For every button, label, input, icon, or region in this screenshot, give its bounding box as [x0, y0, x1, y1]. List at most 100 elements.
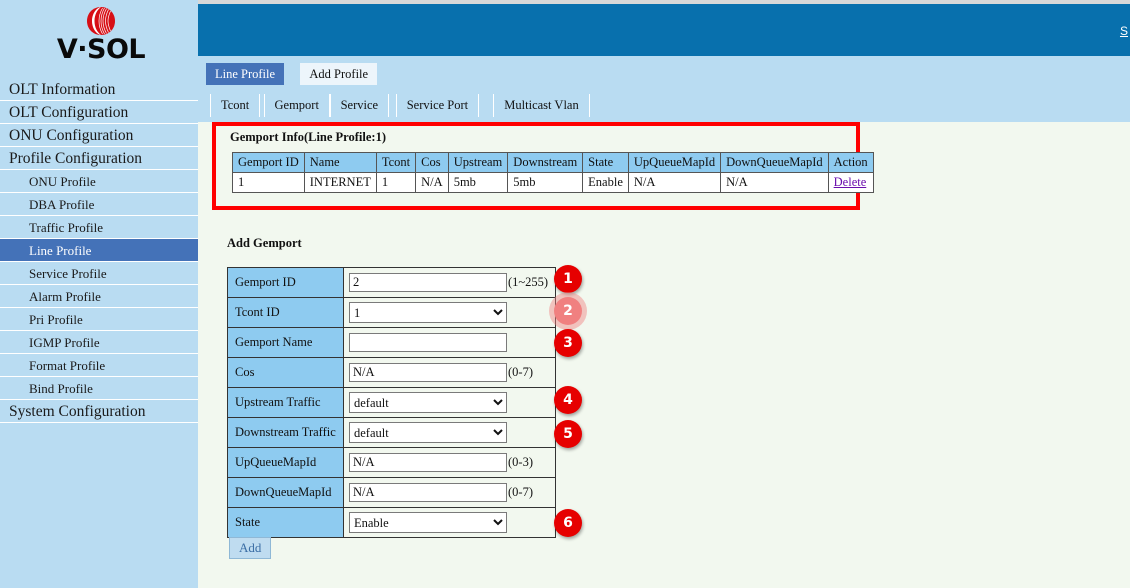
column-header: Upstream [447, 152, 509, 173]
gemport-info-title: Gemport Info(Line Profile:1) [230, 130, 386, 144]
tab-service[interactable]: Service [329, 94, 390, 117]
tab-line-profile[interactable]: Line Profile [206, 63, 285, 85]
cell-action: Delete [827, 172, 874, 193]
step-badge-1: 1 [554, 265, 582, 293]
sidebar: V·SOL OLT Information OLT Configuration ON… [0, 0, 198, 588]
cell-tcont: 1 [375, 172, 417, 193]
cos-input[interactable] [349, 363, 507, 382]
add-button[interactable]: Add [229, 537, 272, 559]
upqueuemapid-input[interactable] [349, 453, 507, 472]
table-header-row: Gemport ID Name Tcont Cos Upstream Downstream… [232, 152, 874, 173]
field-control-gemport-id: (1~255) [343, 267, 556, 298]
sidebar-item-onu-profile[interactable]: ONU Profile [0, 170, 198, 193]
secondary-tabbar: Tcont Gemport Service Service Port Multicast… [198, 90, 1130, 122]
sidebar-sub-nav: ONU Profile DBA Profile Traffic Profile Lin… [0, 170, 198, 400]
form-row: Cos (0-7) [227, 357, 556, 388]
form-row: Tcont ID 1 [227, 297, 556, 328]
cell-down-queue-map-id: N/A [720, 172, 829, 193]
cell-cos: N/A [415, 172, 449, 193]
sidebar-item-igmp-profile[interactable]: IGMP Profile [0, 331, 198, 354]
gemport-info-table: Gemport ID Name Tcont Cos Upstream Downstream… [232, 152, 874, 193]
field-label-upqueuemapid: UpQueueMapId [227, 447, 344, 478]
field-label-downstream-traffic: Downstream Traffic [227, 417, 344, 448]
form-row: Gemport ID (1~255) [227, 267, 556, 298]
field-control-tcont-id: 1 [343, 297, 556, 328]
gemport-id-input[interactable] [349, 273, 507, 292]
state-select[interactable]: EnableDisable [349, 512, 507, 533]
tab-gemport[interactable]: Gemport [263, 94, 330, 117]
sidebar-item-system-configuration[interactable]: System Configuration [0, 400, 198, 423]
field-control-upqueuemapid: (0-3) [343, 447, 556, 478]
field-control-downqueuemapid: (0-7) [343, 477, 556, 508]
sidebar-bottom-nav: System Configuration [0, 400, 198, 423]
sidebar-item-profile-configuration[interactable]: Profile Configuration [0, 147, 198, 170]
add-gemport-title: Add Gemport [227, 236, 302, 250]
sidebar-item-service-profile[interactable]: Service Profile [0, 262, 198, 285]
primary-tabbar: Line Profile Add Profile [198, 56, 1130, 90]
column-header: Gemport ID [232, 152, 305, 173]
sidebar-item-pri-profile[interactable]: Pri Profile [0, 308, 198, 331]
field-hint-cos: (0-7) [508, 365, 533, 379]
step-badge-4: 4 [554, 386, 582, 414]
cell-gemport-id: 1 [232, 172, 305, 193]
sidebar-item-format-profile[interactable]: Format Profile [0, 354, 198, 377]
field-label-gemport-name: Gemport Name [227, 327, 344, 358]
downstream-traffic-select[interactable]: default [349, 422, 507, 443]
field-label-state: State [227, 507, 344, 538]
tab-multicast-vlan[interactable]: Multicast Vlan [493, 94, 590, 117]
step-badge-3: 3 [554, 329, 582, 357]
brand-logo-text: V·SOL [56, 34, 146, 65]
gemport-name-input[interactable] [349, 333, 507, 352]
field-label-upstream-traffic: Upstream Traffic [227, 387, 344, 418]
field-label-downqueuemapid: DownQueueMapId [227, 477, 344, 508]
header-right-link[interactable]: S [1120, 24, 1128, 38]
sidebar-item-olt-information[interactable]: OLT Information [0, 78, 198, 101]
form-row: DownQueueMapId (0-7) [227, 477, 556, 508]
field-hint-downqueuemapid: (0-7) [508, 485, 533, 499]
field-label-cos: Cos [227, 357, 344, 388]
field-label-tcont-id: Tcont ID [227, 297, 344, 328]
sidebar-item-traffic-profile[interactable]: Traffic Profile [0, 216, 198, 239]
cell-upstream: 5mb [447, 172, 509, 193]
sidebar-item-onu-configuration[interactable]: ONU Configuration [0, 124, 198, 147]
gemport-info-panel: Gemport Info(Line Profile:1) Gemport ID N… [212, 122, 874, 210]
step-badge-5: 5 [554, 420, 582, 448]
sidebar-item-bind-profile[interactable]: Bind Profile [0, 377, 198, 400]
form-row: Downstream Traffic default [227, 417, 556, 448]
field-control-state: EnableDisable [343, 507, 556, 538]
table-row: 1 INTERNET 1 N/A 5mb 5mb Enable N/A N/A Delete [232, 172, 874, 193]
cell-downstream: 5mb [507, 172, 584, 193]
column-header: Name [303, 152, 377, 173]
delete-link[interactable]: Delete [834, 175, 867, 189]
downqueuemapid-input[interactable] [349, 483, 507, 502]
vsol-sphere-logo-icon [87, 7, 115, 35]
tab-add-profile[interactable]: Add Profile [300, 63, 378, 85]
field-control-cos: (0-7) [343, 357, 556, 388]
sidebar-item-dba-profile[interactable]: DBA Profile [0, 193, 198, 216]
field-control-downstream-traffic: default [343, 417, 556, 448]
cell-up-queue-map-id: N/A [627, 172, 722, 193]
column-header: Cos [415, 152, 449, 173]
tcont-id-select[interactable]: 1 [349, 302, 507, 323]
field-hint-upqueuemapid: (0-3) [508, 455, 533, 469]
step-badge-6: 6 [554, 509, 582, 537]
sidebar-item-line-profile[interactable]: Line Profile [0, 239, 198, 262]
field-hint-gemport-id: (1~255) [508, 275, 549, 289]
form-row: UpQueueMapId (0-3) [227, 447, 556, 478]
header-bar: S [198, 4, 1130, 56]
sidebar-item-alarm-profile[interactable]: Alarm Profile [0, 285, 198, 308]
field-control-upstream-traffic: default [343, 387, 556, 418]
sidebar-item-olt-configuration[interactable]: OLT Configuration [0, 101, 198, 124]
upstream-traffic-select[interactable]: default [349, 392, 507, 413]
column-header: UpQueueMapId [627, 152, 722, 173]
field-label-gemport-id: Gemport ID [227, 267, 344, 298]
column-header: Downstream [507, 152, 584, 173]
tab-service-port[interactable]: Service Port [395, 94, 480, 117]
sidebar-main-nav: OLT Information OLT Configuration ONU Conf… [0, 78, 198, 170]
tab-tcont[interactable]: Tcont [210, 94, 261, 117]
column-header: DownQueueMapId [720, 152, 829, 173]
column-header: State [582, 152, 629, 173]
column-header: Action [827, 152, 874, 173]
brand-logo: V·SOL [0, 0, 198, 78]
form-row: Upstream Traffic default [227, 387, 556, 418]
